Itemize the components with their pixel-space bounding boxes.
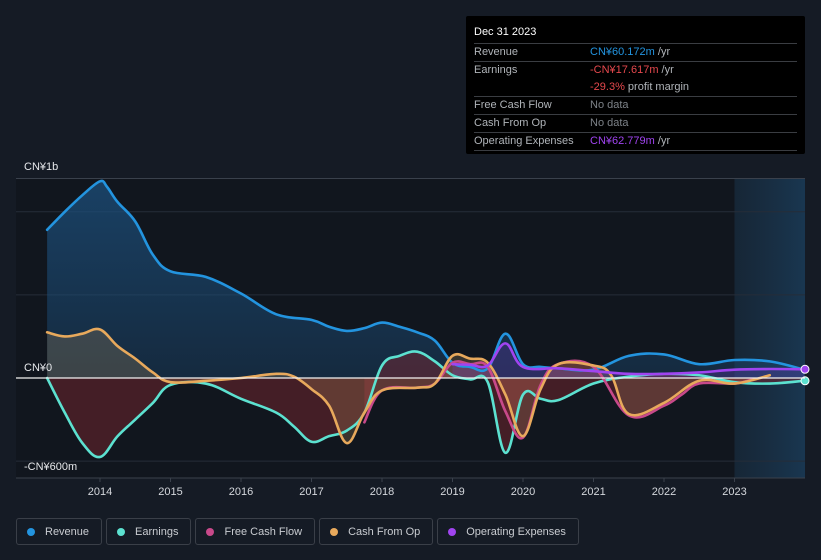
tooltip-value: No data	[590, 99, 629, 111]
tooltip-key: Free Cash Flow	[474, 99, 552, 111]
tooltip-row: Revenue CN¥60.172m /yr	[474, 44, 797, 62]
tooltip-row: Earnings -CN¥17.617m /yr	[474, 62, 797, 79]
tooltip-panel: Dec 31 2023 Revenue CN¥60.172m /yr Earning…	[466, 16, 805, 154]
legend-item-operating-expenses[interactable]: Operating Expenses	[437, 518, 579, 545]
tooltip-key: Revenue	[474, 46, 519, 58]
y-tick-label: CN¥1b	[24, 161, 58, 173]
tooltip-row: -29.3% profit margin	[474, 79, 797, 97]
x-tick-label: 2015	[158, 486, 182, 498]
legend-item-cash-from-op[interactable]: Cash From Op	[319, 518, 434, 545]
x-tick-label: 2023	[722, 486, 746, 498]
x-tick-label: 2020	[511, 486, 535, 498]
x-tick-label: 2016	[229, 486, 253, 498]
tooltip-key: Operating Expenses	[474, 135, 574, 147]
legend-item-free-cash-flow[interactable]: Free Cash Flow	[195, 518, 316, 545]
tooltip-unit: /yr	[654, 46, 671, 58]
y-tick-label: CN¥0	[24, 362, 52, 374]
x-tick-label: 2022	[652, 486, 676, 498]
tooltip-value: CN¥60.172m	[590, 46, 655, 58]
legend-label: Earnings	[135, 525, 179, 538]
tooltip-key	[474, 79, 590, 96]
end-marker-operating-expenses[interactable]	[800, 364, 810, 374]
x-tick-label: 2018	[370, 486, 394, 498]
x-tick-label: 2017	[299, 486, 323, 498]
legend-dot-icon	[206, 527, 215, 536]
tooltip-row: Free Cash Flow No data	[474, 97, 797, 115]
tooltip-row: Cash From Op No data	[474, 115, 797, 133]
tooltip-unit: profit margin	[624, 81, 690, 93]
forecast-shade	[734, 178, 805, 478]
legend-item-earnings[interactable]: Earnings	[106, 518, 192, 545]
tooltip-value: No data	[590, 117, 629, 129]
x-tick-label: 2019	[440, 486, 464, 498]
tooltip-value: CN¥62.779m	[590, 135, 655, 147]
tooltip-value: -CN¥17.617m	[590, 64, 659, 76]
legend-label: Revenue	[45, 525, 90, 538]
legend: Revenue Earnings Free Cash Flow Cash From O…	[16, 518, 579, 545]
legend-dot-icon	[117, 527, 126, 536]
tooltip-key: Cash From Op	[474, 117, 547, 129]
tooltip-unit: /yr	[658, 64, 674, 76]
tooltip-value: -29.3%	[590, 81, 625, 93]
legend-label: Cash From Op	[348, 525, 421, 538]
tooltip-row: Operating Expenses CN¥62.779m /yr	[474, 133, 797, 151]
legend-label: Operating Expenses	[466, 525, 566, 538]
x-tick-label: 2021	[581, 486, 605, 498]
legend-item-revenue[interactable]: Revenue	[16, 518, 103, 545]
legend-label: Free Cash Flow	[224, 525, 303, 538]
x-tick-label: 2014	[88, 486, 112, 498]
legend-dot-icon	[330, 527, 339, 536]
tooltip-date: Dec 31 2023	[474, 24, 797, 44]
legend-dot-icon	[448, 527, 457, 536]
tooltip-unit: /yr	[654, 135, 671, 147]
legend-dot-icon	[27, 527, 35, 536]
tooltip-key: Earnings	[474, 64, 518, 76]
y-tick-label: -CN¥600m	[24, 461, 77, 473]
